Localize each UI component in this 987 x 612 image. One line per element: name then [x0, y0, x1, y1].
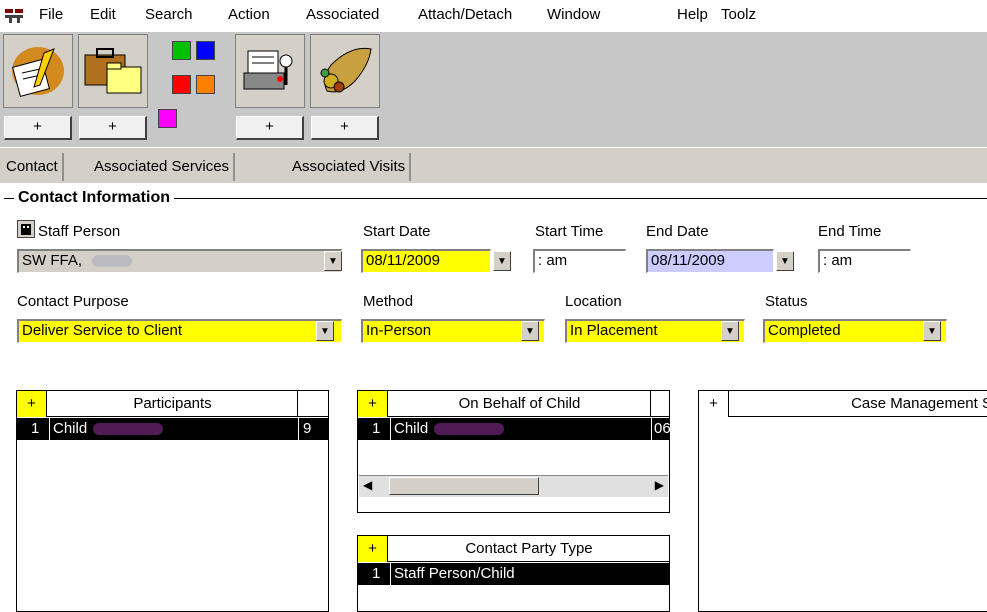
participants-grid: + Participants 1 Child 9 [16, 390, 329, 612]
on-behalf-grid: + On Behalf of Child 1 Child 06 ◀ ▶ [357, 390, 671, 513]
on-behalf-add-button[interactable]: + [358, 391, 388, 417]
row-extra: 06 [651, 418, 671, 440]
cornucopia-add-button[interactable]: + [311, 116, 379, 140]
red-swatch[interactable] [172, 75, 191, 94]
tab-bar: Contact Associated Services Associated V… [0, 147, 987, 183]
contact-notes-button[interactable] [3, 34, 73, 108]
tab-contact[interactable]: Contact [2, 153, 64, 181]
start-time-label: Start Time [535, 223, 604, 240]
menu-associated[interactable]: Associated [306, 6, 379, 23]
briefcase-add-button[interactable]: + [79, 116, 147, 140]
party-type-column-header: Contact Party Type [465, 540, 593, 557]
briefcase-button[interactable] [78, 34, 148, 108]
status-label: Status [765, 293, 808, 310]
toolbar: + + + + [0, 32, 987, 147]
row-extra: 9 [298, 418, 311, 440]
group-title: Contact Information [14, 189, 174, 207]
case-management-add-button[interactable]: + [699, 391, 729, 417]
blue-swatch[interactable] [196, 41, 215, 60]
redacted-name [93, 423, 164, 436]
start-date-dropdown[interactable]: ▼ [493, 251, 511, 271]
tab-associated-visits[interactable]: Associated Visits [288, 153, 412, 181]
redacted-name [434, 423, 505, 436]
scrollbar-thumb[interactable] [389, 477, 539, 495]
contact-purpose-label: Contact Purpose [17, 293, 129, 310]
printer-add-button[interactable]: + [236, 116, 304, 140]
start-date-field[interactable]: 08/11/2009 [361, 249, 491, 273]
method-label: Method [363, 293, 414, 310]
menu-action[interactable]: Action [228, 6, 270, 23]
staff-person-label: Staff Person [38, 223, 121, 240]
start-date-label: Start Date [363, 223, 431, 240]
on-behalf-column-header: On Behalf of Child [389, 391, 651, 417]
scroll-right-icon[interactable]: ▶ [655, 478, 664, 492]
participants-column-header: Participants [48, 391, 298, 417]
staff-person-select[interactable]: SW FFA, [17, 249, 342, 273]
end-time-field[interactable]: : am [818, 249, 911, 273]
scroll-left-icon[interactable]: ◀ [363, 478, 372, 492]
menu-window[interactable]: Window [547, 6, 600, 23]
staff-person-dropdown[interactable]: ▼ [324, 251, 342, 271]
location-dropdown[interactable]: ▼ [721, 321, 739, 341]
location-select[interactable]: In Placement [565, 319, 745, 343]
contact-notes-add-button[interactable]: + [4, 116, 72, 140]
method-select[interactable]: In-Person [361, 319, 545, 343]
row-number: 1 [372, 420, 381, 437]
row-type: Staff Person/Child [390, 563, 515, 585]
method-dropdown[interactable]: ▼ [521, 321, 539, 341]
contact-notes-icon [12, 47, 64, 97]
table-row[interactable]: 1 Child 9 [17, 418, 328, 440]
cornucopia-button[interactable] [310, 34, 380, 108]
staff-person-value: SW FFA, [22, 252, 82, 269]
row-number: 1 [372, 565, 381, 582]
end-date-label: End Date [646, 223, 709, 240]
menu-attach-detach[interactable]: Attach/Detach [418, 6, 512, 23]
start-time-field[interactable]: : am [533, 249, 626, 273]
green-swatch[interactable] [172, 41, 191, 60]
horizontal-scrollbar[interactable]: ◀ ▶ [359, 475, 668, 497]
on-behalf-header: + On Behalf of Child [358, 391, 669, 417]
party-type-add-button[interactable]: + [358, 536, 388, 562]
contact-purpose-dropdown[interactable]: ▼ [316, 321, 334, 341]
menu-bar: File Edit Search Action Associated Attac… [0, 0, 987, 32]
printer-person-icon [243, 50, 293, 90]
status-select[interactable]: Completed [763, 319, 947, 343]
tab-associated-services[interactable]: Associated Services [90, 153, 236, 181]
case-management-grid: + Case Management S [698, 390, 987, 612]
contact-panel: Contact Information Staff Person SW FFA,… [0, 183, 987, 612]
case-management-header: + Case Management S [699, 391, 987, 417]
briefcase-folder-icon [84, 48, 142, 94]
orange-swatch[interactable] [196, 75, 215, 94]
status-dropdown[interactable]: ▼ [923, 321, 941, 341]
contact-purpose-select[interactable]: Deliver Service to Client [17, 319, 342, 343]
printer-person-button[interactable] [235, 34, 305, 108]
table-row[interactable]: 1 Staff Person/Child [358, 563, 669, 585]
case-management-column-header: Case Management S [851, 395, 987, 412]
table-row[interactable]: 1 Child 06 [358, 418, 671, 440]
end-date-dropdown[interactable]: ▼ [776, 251, 794, 271]
row-type: Child [49, 418, 164, 440]
end-time-label: End Time [818, 223, 882, 240]
building-icon [21, 224, 31, 235]
menu-edit[interactable]: Edit [90, 6, 116, 23]
menu-search[interactable]: Search [145, 6, 193, 23]
magenta-swatch[interactable] [158, 109, 177, 128]
end-date-field[interactable]: 08/11/2009 [646, 249, 774, 273]
menu-help[interactable]: Help [677, 6, 708, 23]
app-icon[interactable] [3, 6, 25, 24]
row-type: Child [390, 418, 505, 440]
menu-file[interactable]: File [39, 6, 63, 23]
menu-toolz[interactable]: Toolz [721, 6, 756, 23]
participants-header: + Participants [17, 391, 328, 417]
staff-lookup-button[interactable] [17, 220, 35, 238]
cornucopia-icon [320, 47, 372, 93]
party-type-grid: + Contact Party Type 1 Staff Person/Chil… [357, 535, 670, 612]
location-label: Location [565, 293, 622, 310]
redacted-name [92, 255, 133, 268]
row-number: 1 [31, 420, 40, 437]
party-type-header: + Contact Party Type [358, 536, 669, 562]
participants-add-button[interactable]: + [17, 391, 47, 417]
